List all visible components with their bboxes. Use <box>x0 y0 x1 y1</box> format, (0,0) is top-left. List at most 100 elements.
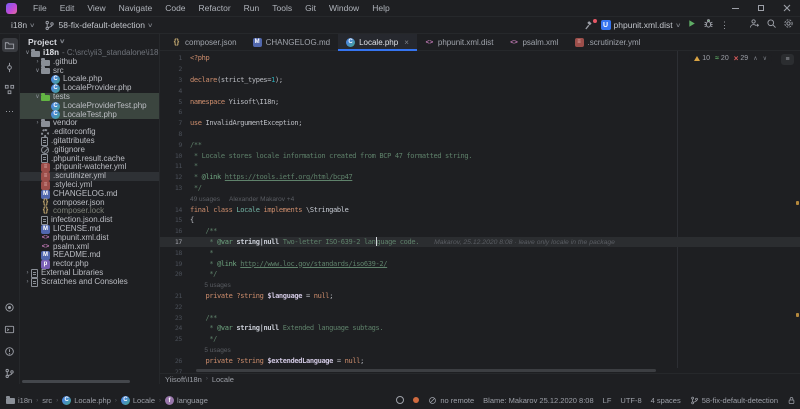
code-line-18[interactable]: 18 * <box>160 247 800 258</box>
inspection-typos[interactable]: ≈20 <box>715 55 729 62</box>
code-line-24[interactable]: 24 * @var string|null Extended language … <box>160 323 800 334</box>
tree-item-i18n[interactable]: ∨i18n- C:\src\yii3_standalone\i18n58-fix… <box>20 49 159 58</box>
project-horizontal-scrollbar[interactable] <box>22 380 130 383</box>
problems-tool-button[interactable] <box>2 344 18 358</box>
expand-arrow-icon[interactable]: › <box>24 278 31 287</box>
next-problem-button[interactable]: ∨ <box>763 55 767 62</box>
code-line-26[interactable]: 26 private ?string $extendedLanguage = n… <box>160 355 800 366</box>
tree-item-gitattributes[interactable]: .gitattributes <box>20 137 159 146</box>
tree-item-readme-md[interactable]: MREADME.md <box>20 251 159 260</box>
build-button[interactable] <box>584 20 595 31</box>
inlay-row[interactable]: 5 usages <box>160 280 800 291</box>
menu-window[interactable]: Window <box>323 1 365 16</box>
search-everywhere-button[interactable] <box>766 16 777 34</box>
code-line-23[interactable]: 23 /** <box>160 312 800 323</box>
navbar-item-locale-php[interactable]: CLocale.php <box>62 396 111 405</box>
line-separator-widget[interactable]: LF <box>603 396 612 405</box>
breadcrumb-yiisoft-i18n[interactable]: Yiisoft\I18n <box>165 375 202 384</box>
tree-item-github[interactable]: ›.github <box>20 58 159 67</box>
collapse-arrow-icon[interactable]: ∨ <box>24 49 31 58</box>
code-line-5[interactable]: 5namespace Yiisoft\I18n; <box>160 96 800 107</box>
project-widget[interactable]: i18n ∨ <box>6 19 39 31</box>
terminal-tool-button[interactable] <box>2 322 18 336</box>
line-number[interactable]: 25 <box>160 335 190 343</box>
code-line-15[interactable]: 15{ <box>160 215 800 226</box>
line-number[interactable]: 10 <box>160 152 190 160</box>
code-line-9[interactable]: 9/** <box>160 139 800 150</box>
tab-psalm-xml[interactable]: <>psalm.xml <box>501 34 566 50</box>
tree-item-scratches-and-consoles[interactable]: ›Scratches and Consoles <box>20 278 159 287</box>
maximize-button[interactable] <box>748 0 774 16</box>
line-number[interactable]: 7 <box>160 119 190 127</box>
code-line-17[interactable]: 17 * @var string|null Two-letter ISO-639… <box>160 237 800 248</box>
line-number[interactable]: 21 <box>160 292 190 300</box>
inspection-warnings[interactable]: 10 <box>694 55 710 62</box>
navbar-item-locale[interactable]: CLocale <box>121 396 155 405</box>
line-number[interactable]: 12 <box>160 173 190 181</box>
breadcrumb-locale[interactable]: Locale <box>212 375 234 384</box>
line-number[interactable]: 24 <box>160 324 190 332</box>
expand-arrow-icon[interactable]: › <box>24 269 31 278</box>
inspection-errors[interactable]: ×29 <box>734 55 748 62</box>
line-number[interactable]: 4 <box>160 87 190 95</box>
line-number[interactable]: 11 <box>160 162 190 170</box>
inspections-widget[interactable]: 10 ≈20 ×29 ∧ ∨ <box>689 54 772 63</box>
menu-navigate[interactable]: Navigate <box>113 1 159 16</box>
services-tool-button[interactable] <box>2 300 18 314</box>
menu-edit[interactable]: Edit <box>54 1 81 16</box>
line-number[interactable]: 23 <box>160 314 190 322</box>
tab-phpunit-xml-dist[interactable]: <>phpunit.xml.dist <box>417 34 502 50</box>
code-with-me-button[interactable] <box>749 16 760 34</box>
write-access-widget[interactable] <box>787 396 796 405</box>
expand-arrow-icon[interactable]: › <box>34 119 41 128</box>
structure-tool-button[interactable] <box>2 82 18 96</box>
debug-button[interactable] <box>703 16 714 34</box>
code-line-22[interactable]: 22 <box>160 301 800 312</box>
run-button[interactable] <box>686 16 697 34</box>
line-number[interactable]: 17 <box>160 238 190 246</box>
error-stripe-mark[interactable] <box>796 313 799 317</box>
vcs-branch-widget[interactable]: 58-fix-default-detection ∨ <box>39 19 157 32</box>
line-number[interactable]: 19 <box>160 260 190 268</box>
line-number[interactable]: 3 <box>160 76 190 84</box>
indent-widget[interactable]: 4 spaces <box>651 396 681 405</box>
previous-problem-button[interactable]: ∧ <box>753 55 757 62</box>
line-number[interactable]: 18 <box>160 249 190 257</box>
code-line-11[interactable]: 11 * <box>160 161 800 172</box>
blame-widget[interactable]: Blame: Makarov 25.12.2020 8:08 <box>483 396 594 405</box>
notifications-widget[interactable] <box>413 397 419 403</box>
collapse-arrow-icon[interactable]: ∨ <box>34 67 41 76</box>
line-number[interactable]: 5 <box>160 98 190 106</box>
menu-refactor[interactable]: Refactor <box>193 1 237 16</box>
code-line-3[interactable]: 3declare(strict_types=1); <box>160 75 800 86</box>
editor-options-icon[interactable]: ≡ <box>781 54 794 65</box>
line-number[interactable]: 1 <box>160 54 190 62</box>
code-line-21[interactable]: 21 private ?string $language = null; <box>160 291 800 302</box>
git-branch-widget[interactable]: 58-fix-default-detection <box>690 396 778 405</box>
tab-locale-php[interactable]: CLocale.php× <box>338 34 417 50</box>
line-number[interactable]: 14 <box>160 206 190 214</box>
project-tool-button[interactable] <box>2 38 18 52</box>
line-number[interactable]: 27 <box>160 368 190 374</box>
close-button[interactable] <box>774 0 800 16</box>
git-tool-button[interactable] <box>2 366 18 380</box>
menu-view[interactable]: View <box>81 1 111 16</box>
more-actions-button[interactable]: ⋮ <box>720 20 729 30</box>
code-line-14[interactable]: 14final class Locale implements \Stringa… <box>160 204 800 215</box>
menu-tools[interactable]: Tools <box>266 1 298 16</box>
line-number[interactable]: 13 <box>160 184 190 192</box>
tab-scrutinizer-yml[interactable]: ≡.scrutinizer.yml <box>567 34 649 50</box>
line-number[interactable]: 20 <box>160 270 190 278</box>
code-line-16[interactable]: 16 /** <box>160 226 800 237</box>
code-line-8[interactable]: 8 <box>160 129 800 140</box>
inlay-row[interactable]: 5 usages <box>160 345 800 356</box>
menu-file[interactable]: File <box>27 1 53 16</box>
code-line-20[interactable]: 20 */ <box>160 269 800 280</box>
project-panel-header[interactable]: Project ∨ <box>20 34 159 49</box>
tree-item-localetest-php[interactable]: CLocaleTest.php <box>20 111 159 120</box>
navbar-item-src[interactable]: src <box>42 396 52 405</box>
settings-button[interactable] <box>783 16 794 34</box>
menu-git[interactable]: Git <box>299 1 322 16</box>
line-number[interactable]: 6 <box>160 108 190 116</box>
inlay-row[interactable]: 49 usagesAlexander Makarov +4 <box>160 193 800 204</box>
